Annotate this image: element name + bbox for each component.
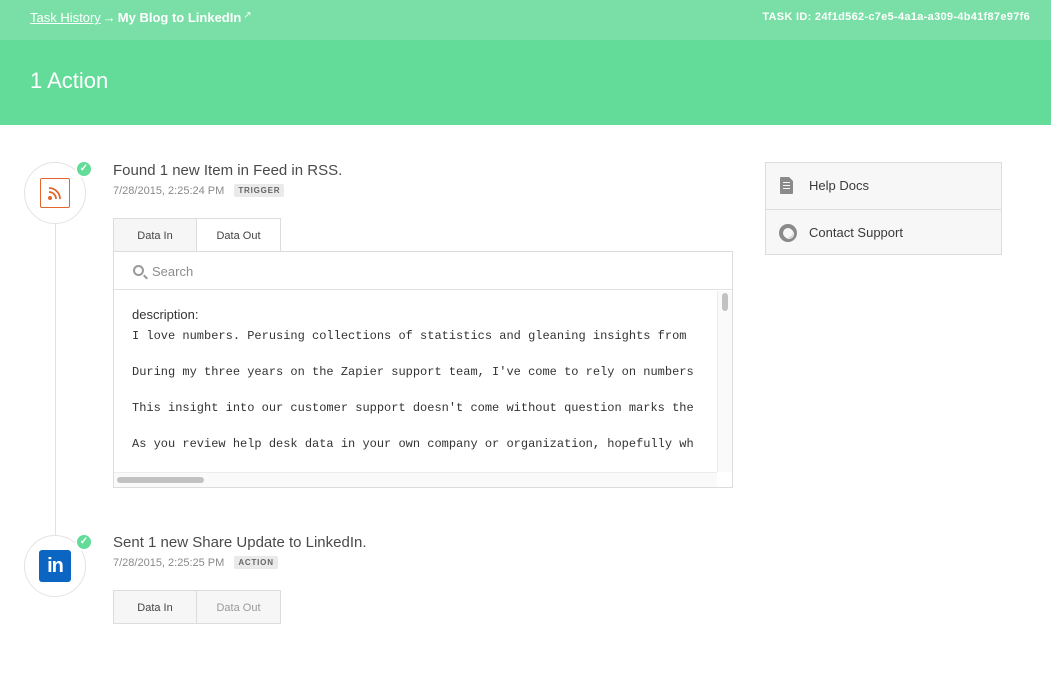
tab-data-in[interactable]: Data In [113,590,197,624]
rss-step-icon: ✓ [24,160,93,224]
rss-feed-icon [40,178,70,208]
data-tabs: Data In Data Out [113,590,281,624]
trigger-badge: TRIGGER [234,184,285,197]
description-line: As you review help desk data in your own… [132,437,694,451]
vertical-scroll-thumb[interactable] [722,293,728,311]
linkedin-icon: in [39,550,71,582]
search-bar [114,252,732,290]
step-timestamp: 7/28/2015, 2:25:25 PM [113,557,225,569]
external-link-icon[interactable]: ↗ [243,10,251,21]
tab-data-in[interactable]: Data In [113,218,197,252]
success-check-icon: ✓ [75,533,93,551]
search-icon [133,265,144,276]
help-docs-label: Help Docs [809,178,869,193]
description-line: During my three years on the Zapier supp… [132,365,694,379]
tab-data-out[interactable]: Data Out [197,590,281,624]
horizontal-scroll-thumb[interactable] [117,477,204,483]
contact-support-label: Contact Support [809,225,903,240]
contact-support-link[interactable]: Contact Support [766,209,1001,255]
description-line: I love numbers. Perusing collections of … [132,329,687,343]
lifebuoy-icon [779,224,797,242]
task-id: TASK ID: 24f1d562-c7e5-4a1a-a309-4b41f87… [762,11,1030,23]
data-out-panel: description: I love numbers. Perusing co… [113,251,733,488]
step-title: Found 1 new Item in Feed in RSS. [113,162,343,179]
step-meta: 7/28/2015, 2:25:24 PM TRIGGER [113,184,285,197]
tab-data-out[interactable]: Data Out [197,218,281,252]
breadcrumb-arrow: → [102,10,116,25]
zap-name-link[interactable]: My Blog to LinkedIn [118,10,242,25]
field-key: description: [132,307,199,322]
step-meta: 7/28/2015, 2:25:25 PM ACTION [113,556,278,569]
vertical-scrollbar[interactable] [717,291,732,472]
document-icon [780,177,793,194]
timeline-connector [55,220,56,536]
step-timestamp: 7/28/2015, 2:25:24 PM [113,185,225,197]
top-bar: Task History → My Blog to LinkedIn ↗ TASK I… [0,0,1051,40]
page-title: 1 Action [30,68,109,93]
search-input[interactable] [152,260,712,282]
page-header: 1 Action [0,40,1051,125]
help-docs-link[interactable]: Help Docs [766,163,1001,209]
linkedin-step-icon: in ✓ [24,533,93,597]
field-content: description: I love numbers. Perusing co… [114,291,717,471]
horizontal-scrollbar[interactable] [114,472,717,487]
action-badge: ACTION [234,556,278,569]
step-title: Sent 1 new Share Update to LinkedIn. [113,534,367,551]
breadcrumb: Task History → My Blog to LinkedIn ↗ [30,10,252,25]
description-line: This insight into our customer support d… [132,401,694,415]
help-sidebar: Help Docs Contact Support [765,162,1002,255]
data-tabs: Data In Data Out [113,218,281,252]
success-check-icon: ✓ [75,160,93,178]
task-history-link[interactable]: Task History [30,10,101,25]
